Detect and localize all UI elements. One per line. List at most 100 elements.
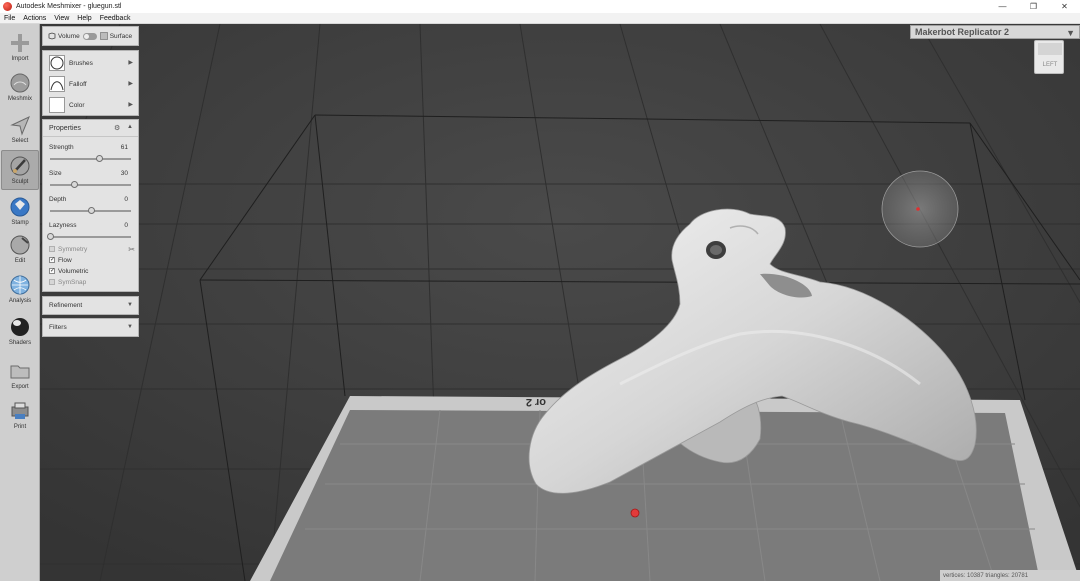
symsnap-label: SymSnap xyxy=(58,279,87,286)
cursor-arrow-icon xyxy=(10,115,30,136)
volumetric-box[interactable]: ✓ xyxy=(49,268,55,275)
depth-slider-thumb[interactable] xyxy=(87,207,95,214)
view-cube[interactable]: LEFT xyxy=(1034,40,1064,74)
dropdown-arrow-icon: ▼ xyxy=(1066,28,1075,38)
brush-settings-panel: Brushes ▶ Falloff ▶ Color ▶ xyxy=(42,50,139,116)
tool-edit[interactable]: Edit xyxy=(1,230,39,270)
size-value: 30 xyxy=(120,170,128,177)
refinement-panel[interactable]: Refinement ▼ xyxy=(42,296,139,315)
plus-icon xyxy=(11,34,29,52)
tool-strip: Import Meshmix Select Sculpt Stamp Edit … xyxy=(0,24,40,581)
lazyness-value: 0 xyxy=(124,222,128,229)
volumetric-checkbox[interactable]: ✓ Volumetric xyxy=(49,268,88,278)
volume-mode-label: Volume xyxy=(58,32,80,40)
symmetry-checkbox[interactable]: Symmetry ✂ xyxy=(49,245,135,256)
tool-shaders-label: Shaders xyxy=(8,340,32,346)
size-slider-thumb[interactable] xyxy=(71,181,79,188)
falloff-row[interactable]: Falloff ▶ xyxy=(43,74,138,94)
collapse-icon[interactable]: ▲ xyxy=(127,124,133,130)
tool-select-label: Select xyxy=(11,138,29,144)
brush-cursor xyxy=(881,170,959,248)
volumetric-label: Volumetric xyxy=(58,268,89,275)
viewport-scene: or 2 xyxy=(40,24,1080,581)
menu-view[interactable]: View xyxy=(54,15,69,22)
tool-import-label: Import xyxy=(11,56,29,62)
properties-header[interactable]: Properties ⚙ ▲ xyxy=(43,120,138,136)
tool-select[interactable]: Select xyxy=(1,110,39,150)
surface-square-icon xyxy=(99,32,108,40)
surface-mode-label: Surface xyxy=(109,32,133,40)
3d-viewport[interactable]: or 2 xyxy=(40,24,1080,581)
flow-box[interactable]: ✓ xyxy=(49,257,55,264)
menu-help[interactable]: Help xyxy=(77,15,91,22)
brushes-label: Brushes xyxy=(69,60,93,67)
brushes-row[interactable]: Brushes ▶ xyxy=(43,53,138,73)
brush-swatch-icon xyxy=(49,55,65,71)
size-slider[interactable]: Size 30 xyxy=(43,166,138,190)
symmetry-box[interactable] xyxy=(49,246,55,253)
edit-sphere-icon xyxy=(10,235,30,255)
strength-value: 61 xyxy=(120,144,128,151)
falloff-curve-icon xyxy=(49,76,65,92)
build-plate-label: or 2 xyxy=(526,396,546,408)
refinement-expand-icon: ▼ xyxy=(127,302,133,308)
title-bar: Autodesk Meshmixer - gluegun.stl — ❐ ✕ xyxy=(0,0,1080,13)
gear-icon[interactable]: ⚙ xyxy=(114,124,120,132)
tool-sculpt[interactable]: Sculpt xyxy=(1,150,39,190)
filters-expand-icon: ▼ xyxy=(127,324,133,330)
sculpt-mode-panel: Volume Surface xyxy=(42,26,139,46)
tool-import[interactable]: Import xyxy=(1,28,39,68)
window-title: Autodesk Meshmixer - gluegun.stl xyxy=(16,3,122,10)
volume-cube-icon xyxy=(48,32,56,40)
analysis-sphere-icon xyxy=(10,275,30,295)
view-cube-top[interactable] xyxy=(1038,43,1062,55)
lazyness-slider[interactable]: Lazyness 0 xyxy=(43,218,138,242)
tool-stamp-label: Stamp xyxy=(11,220,29,226)
tool-meshmix[interactable]: Meshmix xyxy=(1,68,39,108)
tool-edit-label: Edit xyxy=(14,258,26,264)
falloff-label: Falloff xyxy=(69,81,87,88)
lazyness-slider-thumb[interactable] xyxy=(47,233,54,240)
symmetry-tool-icon[interactable]: ✂ xyxy=(128,245,135,254)
view-cube-face-label: LEFT xyxy=(1042,62,1058,68)
color-swatch xyxy=(49,97,65,113)
minimize-button[interactable]: — xyxy=(987,0,1018,13)
tool-stamp[interactable]: Stamp xyxy=(1,192,39,232)
brushes-expand-icon: ▶ xyxy=(128,60,133,66)
color-row[interactable]: Color ▶ xyxy=(43,95,138,115)
tool-export[interactable]: Export xyxy=(1,356,39,396)
properties-panel: Properties ⚙ ▲ Strength 61 Size 30 Depth… xyxy=(42,119,139,292)
menu-feedback[interactable]: Feedback xyxy=(100,15,131,22)
tool-meshmix-label: Meshmix xyxy=(7,96,32,102)
flow-label: Flow xyxy=(58,257,72,264)
close-button[interactable]: ✕ xyxy=(1049,0,1080,13)
menu-bar: File Actions View Help Feedback xyxy=(0,13,1080,24)
refinement-title: Refinement xyxy=(49,302,83,309)
tool-export-label: Export xyxy=(11,384,29,390)
pivot-point[interactable] xyxy=(630,508,640,518)
tool-analysis[interactable]: Analysis xyxy=(1,270,39,310)
strength-slider-thumb[interactable] xyxy=(96,155,104,162)
filters-panel[interactable]: Filters ▼ xyxy=(42,318,139,337)
symmetry-label: Symmetry xyxy=(58,246,88,253)
symsnap-checkbox[interactable]: SymSnap xyxy=(49,279,86,289)
flow-checkbox[interactable]: ✓ Flow xyxy=(49,257,72,267)
menu-actions[interactable]: Actions xyxy=(23,15,46,22)
strength-slider[interactable]: Strength 61 xyxy=(43,140,138,164)
printer-icon xyxy=(11,402,29,419)
symsnap-box[interactable] xyxy=(49,279,55,286)
size-label: Size xyxy=(49,170,62,177)
tool-shaders[interactable]: Shaders xyxy=(1,312,39,352)
brush-center-dot xyxy=(916,207,920,211)
strength-label: Strength xyxy=(49,144,74,151)
depth-slider[interactable]: Depth 0 xyxy=(43,192,138,216)
color-expand-icon: ▶ xyxy=(128,102,133,108)
menu-file[interactable]: File xyxy=(4,15,15,22)
falloff-expand-icon: ▶ xyxy=(128,81,133,87)
mesh-stats: vertices: 10387 triangles: 20781 xyxy=(940,570,1080,581)
tool-print[interactable]: Print xyxy=(1,396,39,436)
meshmix-sphere-icon xyxy=(10,73,30,93)
mode-toggle-switch[interactable] xyxy=(82,32,97,40)
printer-selector[interactable]: Makerbot Replicator 2 ▼ xyxy=(910,25,1080,39)
maximize-button[interactable]: ❐ xyxy=(1018,0,1049,13)
